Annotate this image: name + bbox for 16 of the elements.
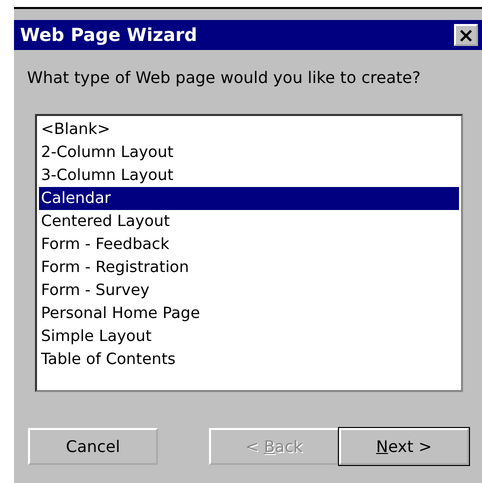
- list-item[interactable]: 3-Column Layout: [39, 164, 459, 187]
- window-title: Web Page Wizard: [20, 24, 198, 48]
- list-item[interactable]: Simple Layout: [39, 325, 459, 348]
- list-item[interactable]: Form - Registration: [39, 256, 459, 279]
- list-item[interactable]: Personal Home Page: [39, 302, 459, 325]
- list-item[interactable]: Table of Contents: [39, 348, 459, 371]
- close-button[interactable]: ×: [454, 24, 478, 46]
- cancel-button[interactable]: Cancel: [28, 428, 158, 465]
- list-item[interactable]: <Blank>: [39, 118, 459, 141]
- list-item[interactable]: Form - Survey: [39, 279, 459, 302]
- list-item[interactable]: Form - Feedback: [39, 233, 459, 256]
- list-item[interactable]: Centered Layout: [39, 210, 459, 233]
- list-item[interactable]: Calendar: [39, 187, 459, 210]
- next-button[interactable]: Next >: [339, 428, 469, 465]
- prompt-text: What type of Web page would you like to create?: [26, 67, 422, 89]
- list-item[interactable]: 2-Column Layout: [39, 141, 459, 164]
